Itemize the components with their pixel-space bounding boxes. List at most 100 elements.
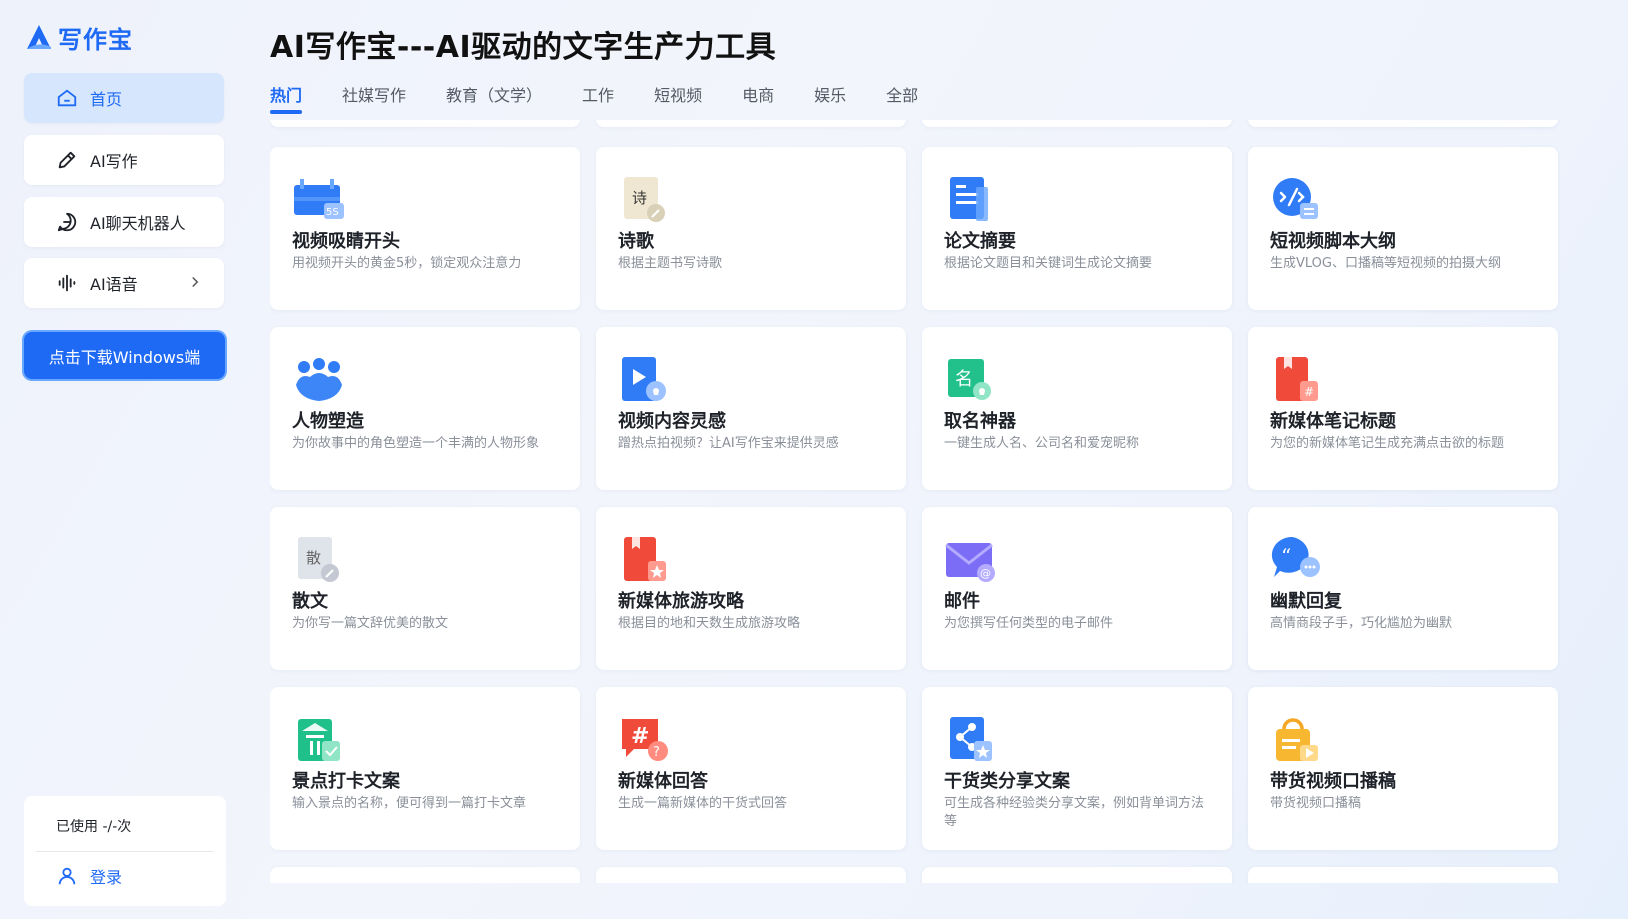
chat-icon: [57, 212, 77, 232]
tab-short-video[interactable]: 短视频: [654, 82, 702, 114]
video-5s-badge: 5S: [326, 207, 339, 218]
note-hashtag-icon: #: [1276, 357, 1318, 401]
tool-card[interactable]: 人物塑造 为你故事中的角色塑造一个丰满的人物形象: [270, 327, 580, 490]
card-desc: 用视频开头的黄金5秒，锁定观众注意力: [292, 256, 522, 271]
sidebar-item-label: 首页: [90, 90, 123, 109]
naming-icon: 名: [948, 359, 991, 400]
sidebar: 写作宝 首页 AI写作 AI聊天机器人 AI语音 点击下载Windows端 已使…: [0, 0, 240, 919]
logo-text: 写作宝: [58, 26, 133, 54]
home-icon: [57, 89, 77, 107]
card-desc: 带货视频口播稿: [1270, 796, 1362, 811]
tool-grid: 5S 视频吸睛开头 用视频开头的黄金5秒，锁定观众注意力 诗 诗歌 根据主题书写…: [270, 120, 1560, 883]
prose-badge: 散: [306, 549, 321, 567]
card-title: 带货视频口播稿: [1270, 771, 1396, 792]
card-title: 视频内容灵感: [618, 411, 726, 432]
video-idea-icon: [622, 357, 666, 401]
tool-card[interactable]: 论文摘要 根据论文题目和关键词生成论文摘要: [922, 147, 1232, 310]
user-icon: [58, 867, 76, 885]
tool-card[interactable]: 视频内容灵感 蹭热点拍视频？让AI写作宝来提供灵感: [596, 327, 906, 490]
tool-card[interactable]: 新媒体旅游攻略 根据目的地和天数生成旅游攻略: [596, 507, 906, 670]
card-desc: 输入景点的名称，便可得到一篇打卡文章: [292, 796, 527, 811]
scenic-checkin-icon: [298, 719, 340, 761]
card-desc: 蹭热点拍视频？让AI写作宝来提供灵感: [618, 436, 839, 451]
tab-all[interactable]: 全部: [886, 82, 918, 114]
card-title: 幽默回复: [1270, 591, 1342, 612]
card-title: 诗歌: [618, 231, 654, 252]
tab-ecommerce[interactable]: 电商: [742, 82, 774, 114]
tool-card[interactable]: 带货视频口播稿 带货视频口播稿: [1248, 687, 1558, 850]
tool-card[interactable]: 干货类分享文案 可生成各种经验类分享文案，例如背单词方法等: [922, 687, 1232, 850]
sidebar-item-home[interactable]: 首页: [24, 73, 224, 123]
card-desc: 一键生成人名、公司名和爱宠昵称: [944, 436, 1140, 451]
chevron-right-icon: [192, 276, 199, 288]
tab-work[interactable]: 工作: [582, 82, 614, 114]
card-partial[interactable]: [270, 120, 580, 127]
card-partial[interactable]: [596, 120, 906, 127]
card-desc: 高情商段子手，巧化尴尬为幽默: [1270, 616, 1453, 631]
divider: [36, 851, 214, 852]
tab-hot[interactable]: 热门: [270, 82, 303, 114]
card-partial[interactable]: [922, 120, 1232, 127]
tool-card[interactable]: “ 幽默回复 高情商段子手，巧化尴尬为幽默: [1248, 507, 1558, 670]
card-desc: 生成VLOG、口播稿等短视频的拍摄大纲: [1270, 256, 1501, 271]
login-button[interactable]: 登录: [56, 864, 122, 888]
card-desc: 根据主题书写诗歌: [618, 256, 723, 271]
sidebar-item-ai-writing[interactable]: AI写作: [24, 135, 224, 185]
page-title: AI写作宝---AI驱动的文字生产力工具: [270, 30, 777, 65]
svg-text:#: #: [631, 724, 649, 749]
video-5s-icon: 5S: [294, 179, 344, 219]
card-title: 视频吸睛开头: [292, 231, 400, 252]
hashtag-question-icon: # ?: [622, 719, 668, 761]
tool-card[interactable]: # ? 新媒体回答 生成一篇新媒体的干货式回答: [596, 687, 906, 850]
card-partial[interactable]: [596, 867, 906, 883]
card-desc: 根据目的地和天数生成旅游攻略: [618, 616, 801, 631]
card-partial[interactable]: [270, 867, 580, 883]
category-tabs: 热门 社媒写作 教育（文学） 工作 短视频 电商 娱乐 全部: [270, 82, 918, 114]
document-icon: [950, 177, 988, 221]
card-title: 论文摘要: [944, 231, 1016, 252]
tool-card[interactable]: 5S 视频吸睛开头 用视频开头的黄金5秒，锁定观众注意力: [270, 147, 580, 310]
card-partial[interactable]: [922, 867, 1232, 883]
sidebar-item-ai-voice[interactable]: AI语音: [24, 258, 224, 308]
sidebar-item-label: AI聊天机器人: [90, 214, 186, 233]
svg-text:@: @: [980, 567, 991, 580]
quote-bubble-icon: “: [1271, 536, 1320, 577]
logo[interactable]: 写作宝: [24, 20, 133, 55]
card-desc: 生成一篇新媒体的干货式回答: [618, 796, 788, 811]
tool-card[interactable]: # 新媒体笔记标题 为您的新媒体笔记生成充满点击欲的标题: [1248, 327, 1558, 490]
svg-text:“: “: [1281, 544, 1291, 568]
tool-card[interactable]: @ 邮件 为您撰写任何类型的电子邮件: [922, 507, 1232, 670]
card-desc: 为你写一篇文辞优美的散文: [292, 616, 449, 631]
svg-text:#: #: [1304, 385, 1314, 399]
tab-social-media[interactable]: 社媒写作: [342, 82, 406, 114]
card-title: 干货类分享文案: [944, 771, 1070, 792]
usage-count: 已使用 -/-次: [56, 819, 132, 835]
poem-badge: 诗: [632, 189, 647, 207]
card-partial[interactable]: [1248, 867, 1558, 883]
poem-icon: 诗: [624, 177, 665, 222]
tool-card[interactable]: 诗 诗歌 根据主题书写诗歌: [596, 147, 906, 310]
people-icon: [296, 358, 342, 401]
sidebar-item-label: AI写作: [90, 152, 138, 171]
code-script-icon: [1273, 178, 1318, 219]
card-desc: 为您的新媒体笔记生成充满点击欲的标题: [1270, 436, 1505, 451]
card-partial[interactable]: [1248, 120, 1558, 127]
tab-entertainment[interactable]: 娱乐: [814, 82, 846, 114]
card-desc: 为您撰写任何类型的电子邮件: [944, 616, 1114, 631]
sidebar-item-ai-chatbot[interactable]: AI聊天机器人: [24, 197, 224, 247]
card-title: 短视频脚本大纲: [1270, 231, 1396, 252]
tab-education[interactable]: 教育（文学）: [446, 82, 542, 114]
sidebar-item-label: AI语音: [90, 275, 138, 294]
tool-card[interactable]: 名 取名神器 一键生成人名、公司名和爱宠昵称: [922, 327, 1232, 490]
tool-card[interactable]: 散 散文 为你写一篇文辞优美的散文: [270, 507, 580, 670]
card-title: 新媒体回答: [618, 771, 708, 792]
download-windows-button[interactable]: 点击下载Windows端: [24, 332, 225, 379]
shopping-bag-icon: [1276, 718, 1318, 761]
tool-card[interactable]: 景点打卡文案 输入景点的名称，便可得到一篇打卡文章: [270, 687, 580, 850]
card-title: 新媒体笔记标题: [1270, 411, 1396, 432]
login-label: 登录: [90, 868, 123, 887]
audio-wave-icon: [58, 274, 76, 292]
card-title: 人物塑造: [292, 411, 364, 432]
share-icon: [950, 717, 992, 761]
tool-card[interactable]: 短视频脚本大纲 生成VLOG、口播稿等短视频的拍摄大纲: [1248, 147, 1558, 310]
